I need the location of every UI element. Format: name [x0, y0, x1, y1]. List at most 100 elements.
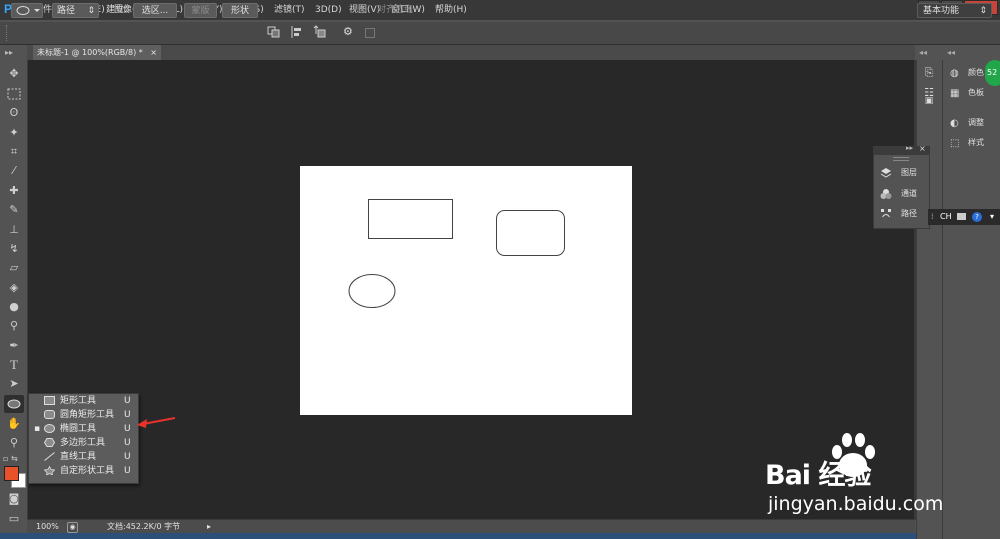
help-icon[interactable]: ? [972, 212, 982, 222]
styles-icon: ⬚ [950, 138, 960, 149]
ime-options-icon[interactable]: ▾ [990, 209, 994, 225]
panel-layers-label: 图层 [901, 168, 917, 177]
paths-icon [881, 209, 891, 218]
info-panel-icon[interactable]: ▣ [921, 96, 937, 108]
menu-filter[interactable]: 滤镜(T) [274, 0, 305, 20]
flyout-item-label: 自定形状工具 [60, 466, 115, 476]
lasso-tool-icon[interactable]: ʘ [4, 104, 24, 122]
panel-dock-icons [916, 60, 942, 539]
menu-3d[interactable]: 3D(D) [315, 0, 342, 20]
path-alignment-icon[interactable] [290, 25, 304, 39]
panel-swatches[interactable]: ▦ 色板 [946, 84, 998, 102]
ime-ch-label[interactable]: CH [940, 209, 952, 225]
panel-channels-label: 通道 [901, 189, 917, 198]
panel-paths[interactable]: 路径 [876, 205, 928, 223]
hand-tool-icon[interactable]: ✋ [4, 415, 24, 433]
dock-collapse-icon[interactable]: ◂◂ [919, 48, 939, 58]
brush-tool-icon[interactable]: ✎ [4, 201, 24, 219]
healing-brush-tool-icon[interactable]: ✚ [4, 182, 24, 200]
workspace-select-value: 基本功能 [923, 6, 960, 16]
foreground-color-swatch[interactable] [4, 466, 19, 481]
marquee-tool-icon[interactable] [4, 85, 24, 103]
mode-select-value: 路径 [57, 6, 76, 16]
workspace-select[interactable]: 基本功能 ⇕ [917, 3, 992, 18]
flyout-item-label: 多边形工具 [60, 438, 106, 448]
ime-language-bar[interactable]: ⁞ CH ? ▾ [928, 209, 1000, 225]
panel-channels[interactable]: 通道 [876, 185, 928, 203]
eraser-tool-icon[interactable]: ▱ [4, 259, 24, 277]
panel-paths-label: 路径 [901, 209, 917, 218]
swap-colors-icon[interactable]: ▫ ⇆ [3, 455, 23, 463]
path-selection-tool-icon[interactable]: ➤ [4, 375, 24, 393]
pen-tool-icon[interactable]: ✒ [4, 337, 24, 355]
flyout-item-shortcut: U [124, 396, 131, 406]
channels-icon [880, 189, 892, 199]
flyout-item-shortcut: U [124, 410, 131, 420]
flyout-item-line[interactable]: 直线工具 U [29, 450, 138, 464]
document-canvas[interactable] [300, 166, 632, 415]
panel-close-icon[interactable]: × [919, 144, 926, 153]
panel-adjustments[interactable]: ◐ 调整 [946, 114, 998, 132]
screen-mode-icon[interactable]: ▭ [4, 510, 24, 528]
options-grip [6, 25, 9, 41]
panel-layers[interactable]: 图层 [876, 164, 928, 182]
selection-button[interactable]: 选区... [133, 3, 177, 18]
active-tool-bullet: ▪ [34, 424, 41, 434]
align-edges-checkbox[interactable] [365, 28, 375, 38]
status-menu-arrow-icon[interactable]: ▸ [207, 520, 211, 534]
notification-badge: 52 [985, 60, 1000, 86]
crop-tool-icon[interactable]: ⌗ [4, 143, 24, 161]
panel-grip[interactable] [893, 157, 909, 161]
align-edges-label: 对齐边缘 [377, 5, 414, 15]
type-tool-icon[interactable]: T [4, 356, 24, 374]
dock2-collapse-icon[interactable]: ◂◂ [947, 48, 987, 58]
document-tab-title: 未标题-1 @ 100%(RGB/8) * [37, 48, 143, 57]
menu-view[interactable]: 视图(V) [349, 0, 380, 20]
document-tab[interactable]: 未标题-1 @ 100%(RGB/8) * × [33, 45, 161, 60]
dodge-tool-icon[interactable]: ⚲ [4, 317, 24, 335]
quick-selection-tool-icon[interactable]: ✦ [4, 124, 24, 142]
zoom-tool-icon[interactable]: ⚲ [4, 434, 24, 452]
menu-help[interactable]: 帮助(H) [435, 0, 467, 20]
canvas-shapes [348, 199, 565, 308]
quick-mask-icon[interactable]: ◙ [4, 490, 24, 508]
flyout-item-shortcut: U [124, 466, 131, 476]
flyout-item-custom-shape[interactable]: 自定形状工具 U [29, 464, 138, 478]
flyout-item-label: 椭圆工具 [60, 424, 97, 434]
flyout-item-label: 圆角矩形工具 [60, 410, 115, 420]
flyout-item-ellipse[interactable]: ▪ 椭圆工具 U [29, 422, 138, 436]
mode-select[interactable]: 路径 ⇕ [52, 3, 99, 18]
updown-icon: ⇕ [87, 6, 95, 16]
move-tool-icon[interactable]: ✥ [4, 65, 24, 83]
flyout-item-rounded-rectangle[interactable]: 圆角矩形工具 U [29, 408, 138, 422]
keyboard-icon[interactable] [957, 213, 966, 220]
panel-styles[interactable]: ⬚ 样式 [946, 134, 998, 152]
path-arrangement-icon[interactable] [313, 25, 327, 39]
history-brush-tool-icon[interactable]: ↯ [4, 240, 24, 258]
shape-button[interactable]: 形状 [222, 3, 258, 18]
eyedropper-tool-icon[interactable]: ⁄ [4, 162, 24, 180]
toolbar-collapse-icon[interactable]: ▸▸ [5, 48, 22, 58]
line-icon [44, 452, 55, 461]
gear-icon[interactable]: ⚙ [343, 26, 355, 38]
blur-tool-icon[interactable]: ● [4, 298, 24, 316]
path-operations-icon[interactable] [267, 25, 281, 39]
close-tab-icon[interactable]: × [150, 45, 157, 60]
flyout-item-rectangle[interactable]: 矩形工具 U [29, 394, 138, 408]
mask-button[interactable]: 蒙版 [184, 3, 217, 18]
history-panel-icon[interactable]: ⎘ [921, 66, 937, 80]
ellipse-tool-icon[interactable] [4, 395, 24, 413]
panel-expand-icon[interactable]: ▸▸ [906, 144, 913, 152]
zoom-level[interactable]: 100% [36, 520, 59, 534]
flyout-item-polygon[interactable]: 多边形工具 U [29, 436, 138, 450]
rectangle-shape [368, 199, 453, 239]
flyout-item-label: 直线工具 [60, 452, 97, 462]
paint-bucket-tool-icon[interactable]: ◈ [4, 279, 24, 297]
updown-icon: ⇕ [979, 6, 987, 16]
ellipse-icon [44, 424, 55, 433]
clone-stamp-tool-icon[interactable]: ⊥ [4, 221, 24, 239]
status-icon[interactable]: ◉ [67, 522, 78, 533]
tool-preset-picker[interactable] [11, 3, 43, 18]
floating-panel-header[interactable]: ▸▸ × [873, 144, 929, 155]
flyout-item-shortcut: U [124, 424, 131, 434]
